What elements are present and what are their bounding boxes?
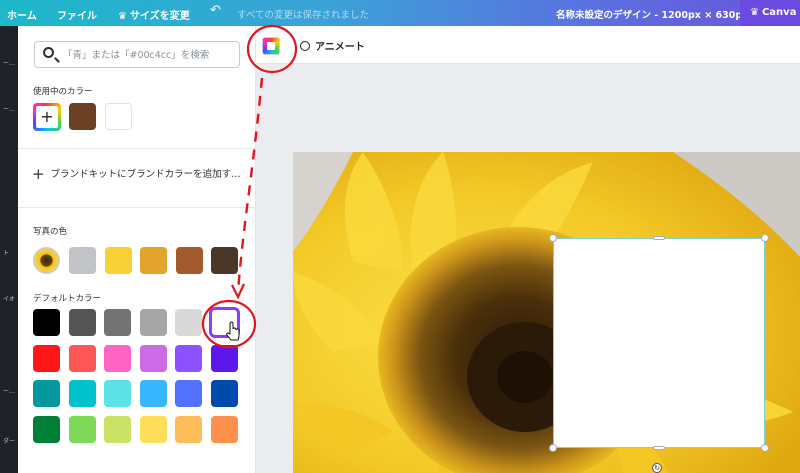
resize-button[interactable]: ♛ サイズを変更 xyxy=(118,7,190,22)
default-color-swatch[interactable] xyxy=(139,309,167,336)
color-search-input[interactable] xyxy=(63,46,233,64)
photo-color-swatch[interactable] xyxy=(211,247,238,274)
resize-handle[interactable] xyxy=(549,234,557,242)
save-status: すべての変更は保存されました xyxy=(237,10,369,21)
canva-pro-button[interactable]: ♛Canva P xyxy=(740,0,800,26)
default-colors-label: デフォルトカラー xyxy=(33,294,102,304)
default-color-swatch[interactable] xyxy=(33,380,60,407)
undo-icon[interactable]: ↶ xyxy=(210,3,221,18)
resize-handle[interactable] xyxy=(653,236,665,240)
resize-handle[interactable] xyxy=(761,234,769,242)
resize-handle[interactable] xyxy=(761,444,769,452)
rail-label[interactable]: ダー xyxy=(3,436,15,445)
photo-color-swatch[interactable] xyxy=(140,247,167,274)
top-bar: ホーム ファイル ♛ サイズを変更 ↶ すべての変更は保存されました 名称未設定の… xyxy=(0,0,800,26)
default-color-swatch[interactable] xyxy=(104,344,131,372)
default-color-swatch[interactable] xyxy=(139,415,167,443)
default-color-swatch[interactable] xyxy=(104,309,131,336)
default-color-swatch[interactable] xyxy=(210,415,238,443)
default-color-swatch[interactable] xyxy=(33,415,60,443)
animate-button[interactable]: アニメート xyxy=(300,38,365,53)
photo-color-swatch[interactable] xyxy=(69,247,96,274)
side-rail: ー… ー… ト イオ ー… ダー xyxy=(0,26,18,473)
rail-label[interactable]: イオ xyxy=(3,294,15,303)
default-color-swatch[interactable] xyxy=(68,344,96,372)
color-search[interactable] xyxy=(34,41,240,68)
rail-label[interactable]: ー… xyxy=(3,104,15,113)
editor-toolbar: アニメート xyxy=(256,26,800,64)
divider xyxy=(18,207,256,208)
animate-label: アニメート xyxy=(315,42,365,53)
rail-label[interactable]: ー… xyxy=(3,58,15,67)
design-title[interactable]: 名称未設定のデザイン - 1200px × 630px xyxy=(556,7,748,21)
in-use-color-swatch[interactable] xyxy=(105,103,132,130)
add-color-button[interactable]: + xyxy=(33,103,61,131)
in-use-colors-label: 使用中のカラー xyxy=(33,87,93,97)
default-color-swatch[interactable] xyxy=(175,309,202,336)
in-use-color-swatch[interactable] xyxy=(69,103,96,130)
brand-kit-text: ブランドキットにブランドカラーを追加す… xyxy=(50,169,241,180)
resize-handle[interactable] xyxy=(549,444,557,452)
plus-icon: + xyxy=(32,165,45,183)
rotate-icon[interactable]: ↻ xyxy=(652,463,662,473)
default-color-swatch[interactable] xyxy=(210,380,238,407)
text-color-button[interactable] xyxy=(262,37,280,55)
default-color-swatch[interactable] xyxy=(68,415,96,443)
divider xyxy=(18,148,256,149)
crown-icon: ♛ xyxy=(750,7,759,18)
animate-icon xyxy=(300,41,310,51)
canva-pro-label: Canva P xyxy=(761,7,800,18)
photo-color-swatch[interactable] xyxy=(104,247,132,274)
default-color-swatch[interactable] xyxy=(104,415,131,443)
selected-white-shape[interactable] xyxy=(553,238,765,448)
default-color-swatch[interactable] xyxy=(210,309,238,336)
add-brand-colors-button[interactable]: + ブランドキットにブランドカラーを追加す… xyxy=(32,165,241,183)
crown-icon: ♛ xyxy=(118,11,127,22)
default-color-swatch[interactable] xyxy=(68,309,96,336)
default-color-swatch[interactable] xyxy=(210,344,238,372)
default-color-swatch[interactable] xyxy=(175,380,202,407)
default-color-swatch[interactable] xyxy=(175,344,202,372)
search-icon xyxy=(43,47,54,58)
default-color-swatch[interactable] xyxy=(175,415,202,443)
default-color-swatch[interactable] xyxy=(139,344,167,372)
rail-label[interactable]: ー… xyxy=(3,386,15,395)
resize-handle[interactable] xyxy=(653,446,665,450)
resize-label: サイズを変更 xyxy=(129,11,190,22)
photo-colors-label: 写真の色 xyxy=(33,227,68,237)
file-menu[interactable]: ファイル xyxy=(57,7,97,22)
rail-label[interactable]: ト xyxy=(3,248,9,257)
default-color-swatch[interactable] xyxy=(33,309,60,336)
default-color-swatch[interactable] xyxy=(68,380,96,407)
color-panel: 使用中のカラー + + ブランドキットにブランドカラーを追加す… 写真の色 デフォ… xyxy=(18,26,256,473)
plus-icon: + xyxy=(40,107,54,126)
default-color-swatch[interactable] xyxy=(139,380,167,407)
home-menu[interactable]: ホーム xyxy=(7,7,37,22)
photo-thumbnail[interactable] xyxy=(33,247,60,274)
canva-editor: ホーム ファイル ♛ サイズを変更 ↶ すべての変更は保存されました 名称未設定の… xyxy=(0,0,800,473)
default-color-swatch[interactable] xyxy=(104,380,131,407)
default-color-swatch[interactable] xyxy=(33,344,60,372)
photo-color-swatch[interactable] xyxy=(175,247,203,274)
